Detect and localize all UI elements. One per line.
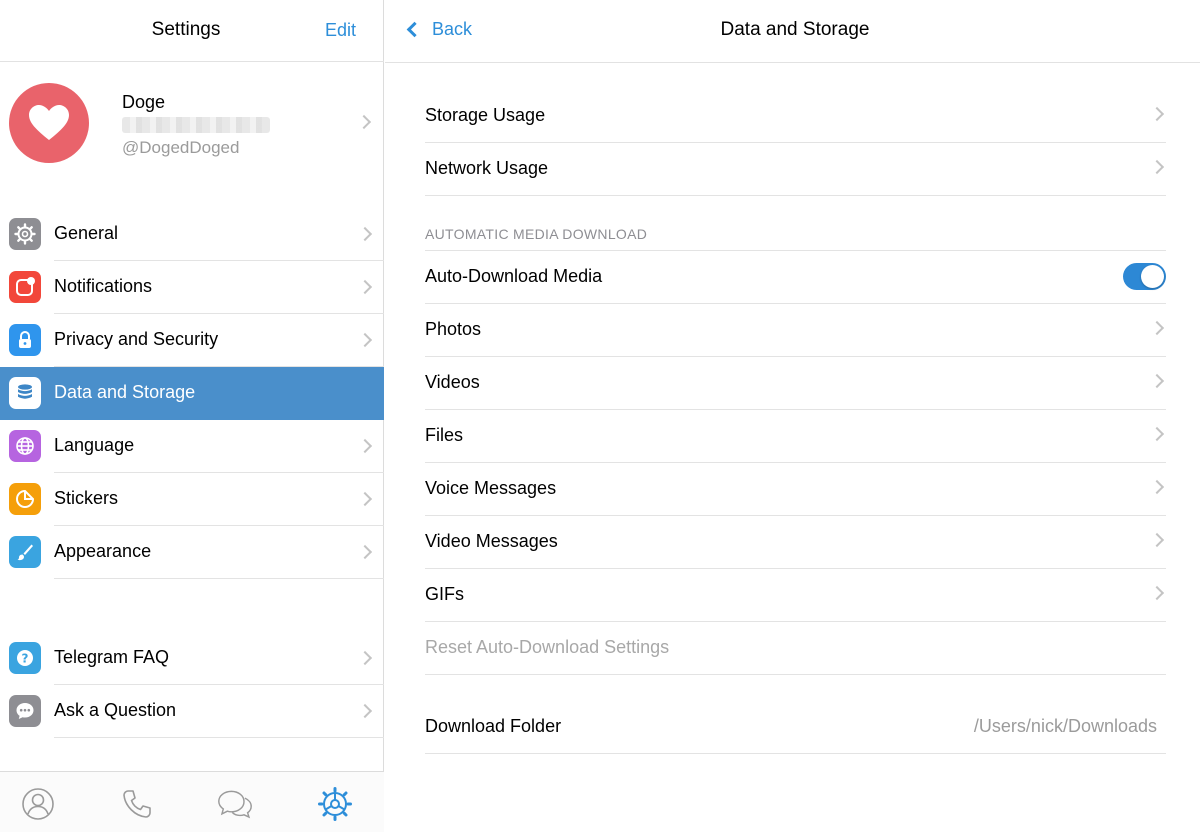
sidebar-item-faq[interactable]: ? Telegram FAQ [0,632,384,685]
sidebar-item-general[interactable]: General [0,208,384,261]
chevron-right-icon [356,114,372,130]
settings-icon[interactable] [317,786,353,822]
row-label: Download Folder [425,716,562,736]
sidebar-item-label: General [54,223,119,243]
sidebar-item-label: Appearance [54,541,152,561]
tab-bar [0,771,384,832]
photos-row[interactable]: Photos [425,304,1166,357]
svg-text:?: ? [22,652,29,666]
row-label: Storage Usage [425,105,546,125]
chevron-right-icon [357,544,373,560]
chats-icon[interactable] [217,786,253,822]
sidebar-item-label: Language [54,435,135,455]
chevron-right-icon [1149,373,1165,389]
brush-icon [9,536,41,568]
edit-button[interactable]: Edit [325,20,356,41]
download-folder-row[interactable]: Download Folder /Users/nick/Downloads [425,701,1166,754]
globe-icon [9,430,41,462]
chevron-right-icon [1149,585,1165,601]
divider [425,195,1166,196]
heart-icon [29,105,69,140]
chevron-right-icon [357,703,373,719]
lock-icon [9,324,41,356]
chevron-right-icon [357,491,373,507]
auto-download-row: Auto-Download Media [425,251,1166,304]
sidebar-item-label: Data and Storage [54,382,196,402]
videos-row[interactable]: Videos [425,357,1166,410]
divider [425,674,1166,675]
sidebar-header: Settings Edit [0,0,384,62]
sidebar-title: Settings [151,19,221,40]
sidebar-item-appearance[interactable]: Appearance [0,526,384,579]
chevron-right-icon [1149,159,1165,175]
sidebar-item-label: Stickers [54,488,119,508]
chevron-right-icon [357,650,373,666]
sidebar-item-label: Telegram FAQ [54,647,170,667]
profile-name: Doge [122,92,166,112]
detail-pane: Back Data and Storage Storage Usage Netw… [385,0,1200,832]
sidebar-item-data-storage[interactable]: Data and Storage [0,367,384,420]
gear-icon [9,218,41,250]
chevron-right-icon [357,226,373,242]
sidebar-item-language[interactable]: Language [0,420,384,473]
row-label: Photos [425,319,482,339]
page-title: Data and Storage [720,19,870,40]
calls-icon[interactable] [119,786,155,822]
sidebar-item-label: Privacy and Security [54,329,219,349]
row-label: Files [425,425,464,445]
row-label: Voice Messages [425,478,557,498]
divider [425,753,1166,754]
reset-auto-download-button[interactable]: Reset Auto-Download Settings [425,622,1166,675]
avatar [9,83,89,163]
contacts-icon[interactable] [20,786,56,822]
row-label: Auto-Download Media [425,266,603,286]
sidebar-item-notifications[interactable]: Notifications [0,261,384,314]
sidebar-item-privacy[interactable]: Privacy and Security [0,314,384,367]
chevron-right-icon [1149,479,1165,495]
chat-bubble-icon [9,695,41,727]
divider [54,737,384,738]
network-usage-row[interactable]: Network Usage [425,143,1166,196]
chevron-right-icon [1149,106,1165,122]
profile-username: @DogedDoged [122,138,240,157]
video-messages-row[interactable]: Video Messages [425,516,1166,569]
download-folder-path: /Users/nick/Downloads [973,716,1157,736]
database-icon [9,377,41,409]
settings-menu-help: ? Telegram FAQ Ask a Question [0,632,384,738]
detail-header: Back Data and Storage [385,0,1200,63]
chevron-right-icon [1149,426,1165,442]
sidebar-item-ask-question[interactable]: Ask a Question [0,685,384,738]
row-label: Reset Auto-Download Settings [425,637,670,657]
voice-messages-row[interactable]: Voice Messages [425,463,1166,516]
settings-sidebar: Settings Edit Doge @DogedDoged General N… [0,0,384,832]
row-label: Videos [425,372,480,392]
chevron-right-icon [357,332,373,348]
chevron-right-icon [357,279,373,295]
sticker-icon [9,483,41,515]
gifs-row[interactable]: GIFs [425,569,1166,622]
toggle-knob [1141,265,1164,288]
section-header: AUTOMATIC MEDIA DOWNLOAD [425,226,648,242]
notification-icon [9,271,41,303]
sidebar-item-stickers[interactable]: Stickers [0,473,384,526]
row-label: Video Messages [425,531,558,551]
auto-download-toggle[interactable] [1123,263,1166,290]
sidebar-item-label: Ask a Question [54,700,177,720]
question-icon: ? [9,642,41,674]
profile-row[interactable]: Doge @DogedDoged [0,62,384,182]
profile-phone-blurred [122,117,270,133]
chevron-right-icon [1149,532,1165,548]
chevron-right-icon [357,438,373,454]
storage-usage-row[interactable]: Storage Usage [425,90,1166,143]
settings-menu-main: General Notifications Privacy and Securi… [0,208,384,579]
files-row[interactable]: Files [425,410,1166,463]
sidebar-item-label: Notifications [54,276,153,296]
divider [54,578,384,579]
row-label: Network Usage [425,158,549,178]
chevron-right-icon [1149,320,1165,336]
row-label: GIFs [425,584,464,604]
